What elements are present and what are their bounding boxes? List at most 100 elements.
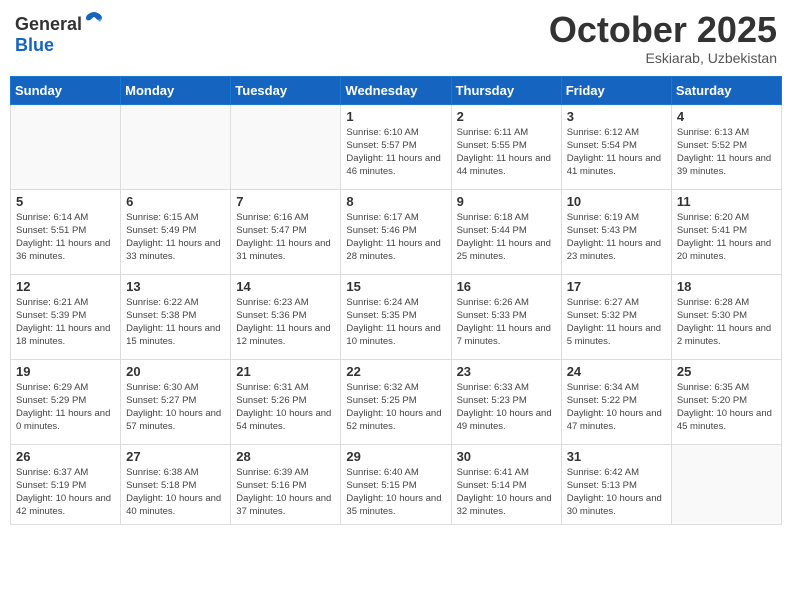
day-cell: 9Sunrise: 6:18 AMSunset: 5:44 PMDaylight… — [451, 189, 561, 274]
day-info: Sunrise: 6:23 AMSunset: 5:36 PMDaylight:… — [236, 296, 335, 349]
weekday-header-wednesday: Wednesday — [341, 76, 451, 104]
day-info: Sunrise: 6:37 AMSunset: 5:19 PMDaylight:… — [16, 466, 115, 519]
day-info: Sunrise: 6:33 AMSunset: 5:23 PMDaylight:… — [457, 381, 556, 434]
day-info: Sunrise: 6:10 AMSunset: 5:57 PMDaylight:… — [346, 126, 445, 179]
day-number: 24 — [567, 364, 666, 379]
week-row-5: 26 Sunrise: 6:37 AMSunset: 5:19 PMDayligh… — [11, 444, 782, 524]
weekday-header-sunday: Sunday — [11, 76, 121, 104]
day-info: Sunrise: 6:35 AMSunset: 5:20 PMDaylight:… — [677, 381, 776, 434]
logo-blue: Blue — [15, 35, 54, 55]
day-number: 18 — [677, 279, 776, 294]
day-number: 21 — [236, 364, 335, 379]
day-info: Sunrise: 6:21 AMSunset: 5:39 PMDaylight:… — [16, 296, 115, 349]
day-number: 29 — [346, 449, 445, 464]
weekday-header-row: SundayMondayTuesdayWednesdayThursdayFrid… — [11, 76, 782, 104]
day-cell: 30 Sunrise: 6:41 AMSunset: 5:14 PMDayligh… — [451, 444, 561, 524]
day-number: 27 — [126, 449, 225, 464]
day-info: Sunrise: 6:17 AMSunset: 5:46 PMDaylight:… — [346, 211, 445, 264]
week-row-2: 5 Sunrise: 6:14 AMSunset: 5:51 PMDaylight… — [11, 189, 782, 274]
day-info: Sunrise: 6:22 AMSunset: 5:38 PMDaylight:… — [126, 296, 225, 349]
location: Eskiarab, Uzbekistan — [549, 50, 777, 66]
day-cell: 14Sunrise: 6:23 AMSunset: 5:36 PMDayligh… — [231, 274, 341, 359]
day-cell: 10Sunrise: 6:19 AMSunset: 5:43 PMDayligh… — [561, 189, 671, 274]
day-cell: 22Sunrise: 6:32 AMSunset: 5:25 PMDayligh… — [341, 359, 451, 444]
day-cell: 5 Sunrise: 6:14 AMSunset: 5:51 PMDaylight… — [11, 189, 121, 274]
day-number: 4 — [677, 109, 776, 124]
day-info: Sunrise: 6:34 AMSunset: 5:22 PMDaylight:… — [567, 381, 666, 434]
day-cell: 24 Sunrise: 6:34 AMSunset: 5:22 PMDayligh… — [561, 359, 671, 444]
day-cell — [231, 104, 341, 189]
day-info: Sunrise: 6:27 AMSunset: 5:32 PMDaylight:… — [567, 296, 666, 349]
day-number: 25 — [677, 364, 776, 379]
day-info: Sunrise: 6:28 AMSunset: 5:30 PMDaylight:… — [677, 296, 776, 349]
day-number: 9 — [457, 194, 556, 209]
logo: General Blue — [15, 10, 104, 56]
day-number: 26 — [16, 449, 115, 464]
day-cell: 31 Sunrise: 6:42 AMSunset: 5:13 PMDayligh… — [561, 444, 671, 524]
logo-general: General — [15, 14, 82, 34]
weekday-header-monday: Monday — [121, 76, 231, 104]
calendar-table: SundayMondayTuesdayWednesdayThursdayFrid… — [10, 76, 782, 525]
month-title: October 2025 — [549, 10, 777, 50]
week-row-1: 1 Sunrise: 6:10 AMSunset: 5:57 PMDaylight… — [11, 104, 782, 189]
day-cell: 21 Sunrise: 6:31 AMSunset: 5:26 PMDayligh… — [231, 359, 341, 444]
day-cell — [121, 104, 231, 189]
day-cell: 27 Sunrise: 6:38 AMSunset: 5:18 PMDayligh… — [121, 444, 231, 524]
day-info: Sunrise: 6:42 AMSunset: 5:13 PMDaylight:… — [567, 466, 666, 519]
day-cell: 17 Sunrise: 6:27 AMSunset: 5:32 PMDayligh… — [561, 274, 671, 359]
day-cell: 19Sunrise: 6:29 AMSunset: 5:29 PMDayligh… — [11, 359, 121, 444]
day-number: 16 — [457, 279, 556, 294]
day-info: Sunrise: 6:12 AMSunset: 5:54 PMDaylight:… — [567, 126, 666, 179]
weekday-header-saturday: Saturday — [671, 76, 781, 104]
week-row-3: 12 Sunrise: 6:21 AMSunset: 5:39 PMDayligh… — [11, 274, 782, 359]
page-header: General Blue October 2025 Eskiarab, Uzbe… — [10, 10, 782, 66]
day-info: Sunrise: 6:16 AMSunset: 5:47 PMDaylight:… — [236, 211, 335, 264]
day-number: 31 — [567, 449, 666, 464]
day-info: Sunrise: 6:38 AMSunset: 5:18 PMDaylight:… — [126, 466, 225, 519]
week-row-4: 19Sunrise: 6:29 AMSunset: 5:29 PMDayligh… — [11, 359, 782, 444]
day-cell: 12 Sunrise: 6:21 AMSunset: 5:39 PMDayligh… — [11, 274, 121, 359]
day-info: Sunrise: 6:24 AMSunset: 5:35 PMDaylight:… — [346, 296, 445, 349]
day-number: 12 — [16, 279, 115, 294]
day-cell: 20 Sunrise: 6:30 AMSunset: 5:27 PMDayligh… — [121, 359, 231, 444]
day-cell: 13 Sunrise: 6:22 AMSunset: 5:38 PMDayligh… — [121, 274, 231, 359]
day-cell: 1 Sunrise: 6:10 AMSunset: 5:57 PMDaylight… — [341, 104, 451, 189]
title-section: October 2025 Eskiarab, Uzbekistan — [549, 10, 777, 66]
day-number: 20 — [126, 364, 225, 379]
day-number: 15 — [346, 279, 445, 294]
weekday-header-thursday: Thursday — [451, 76, 561, 104]
day-number: 8 — [346, 194, 445, 209]
day-number: 13 — [126, 279, 225, 294]
day-info: Sunrise: 6:40 AMSunset: 5:15 PMDaylight:… — [346, 466, 445, 519]
day-number: 10 — [567, 194, 666, 209]
day-number: 2 — [457, 109, 556, 124]
day-cell: 4 Sunrise: 6:13 AMSunset: 5:52 PMDaylight… — [671, 104, 781, 189]
day-number: 5 — [16, 194, 115, 209]
day-info: Sunrise: 6:13 AMSunset: 5:52 PMDaylight:… — [677, 126, 776, 179]
day-number: 30 — [457, 449, 556, 464]
day-info: Sunrise: 6:11 AMSunset: 5:55 PMDaylight:… — [457, 126, 556, 179]
day-cell: 26 Sunrise: 6:37 AMSunset: 5:19 PMDayligh… — [11, 444, 121, 524]
day-number: 6 — [126, 194, 225, 209]
day-cell: 7 Sunrise: 6:16 AMSunset: 5:47 PMDaylight… — [231, 189, 341, 274]
day-info: Sunrise: 6:32 AMSunset: 5:25 PMDaylight:… — [346, 381, 445, 434]
weekday-header-tuesday: Tuesday — [231, 76, 341, 104]
day-cell: 15 Sunrise: 6:24 AMSunset: 5:35 PMDayligh… — [341, 274, 451, 359]
day-number: 17 — [567, 279, 666, 294]
logo-bird-icon — [84, 10, 104, 30]
day-cell: 6Sunrise: 6:15 AMSunset: 5:49 PMDaylight… — [121, 189, 231, 274]
day-info: Sunrise: 6:41 AMSunset: 5:14 PMDaylight:… — [457, 466, 556, 519]
day-info: Sunrise: 6:26 AMSunset: 5:33 PMDaylight:… — [457, 296, 556, 349]
day-info: Sunrise: 6:31 AMSunset: 5:26 PMDaylight:… — [236, 381, 335, 434]
day-cell: 2 Sunrise: 6:11 AMSunset: 5:55 PMDaylight… — [451, 104, 561, 189]
day-info: Sunrise: 6:30 AMSunset: 5:27 PMDaylight:… — [126, 381, 225, 434]
day-info: Sunrise: 6:39 AMSunset: 5:16 PMDaylight:… — [236, 466, 335, 519]
day-cell — [11, 104, 121, 189]
day-number: 7 — [236, 194, 335, 209]
day-number: 1 — [346, 109, 445, 124]
day-cell: 29 Sunrise: 6:40 AMSunset: 5:15 PMDayligh… — [341, 444, 451, 524]
day-info: Sunrise: 6:29 AMSunset: 5:29 PMDaylight:… — [16, 381, 115, 434]
day-number: 28 — [236, 449, 335, 464]
day-info: Sunrise: 6:14 AMSunset: 5:51 PMDaylight:… — [16, 211, 115, 264]
day-number: 23 — [457, 364, 556, 379]
